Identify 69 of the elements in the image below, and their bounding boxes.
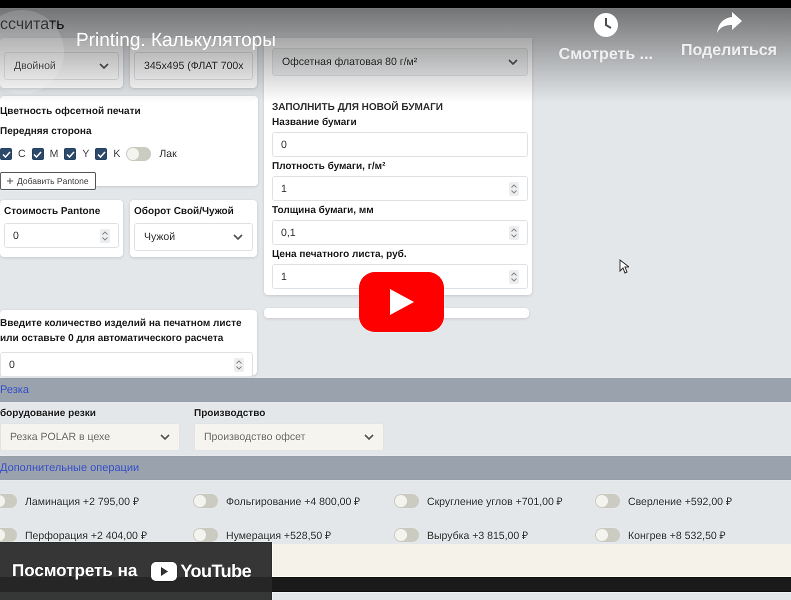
section-title: Цветность офсетной печати bbox=[0, 106, 142, 117]
field-label: Плотность бумаги, г/м² bbox=[272, 161, 386, 173]
toggle-switch[interactable] bbox=[126, 147, 152, 161]
toggle-label: Вырубка +3 815,00 ₽ bbox=[427, 529, 528, 542]
toggle-label: Конгрев +8 532,50 ₽ bbox=[628, 529, 726, 542]
toggle-label: Лак bbox=[159, 148, 177, 160]
select-field[interactable]: 345x495 (ФЛАТ 700х bbox=[134, 52, 253, 80]
share-icon bbox=[716, 12, 742, 34]
side-label: Передняя сторона bbox=[0, 126, 93, 137]
watch-on-youtube-button[interactable]: Посмотреть на YouTube bbox=[0, 542, 272, 600]
channel-label: Y bbox=[82, 148, 90, 160]
chevron-down-icon bbox=[508, 59, 518, 65]
field-label: Оборот Свой/Чужой bbox=[134, 206, 235, 217]
input-field[interactable]: 1 bbox=[272, 176, 528, 201]
select-field[interactable]: Производство офсет bbox=[194, 423, 384, 451]
spinner-icon[interactable] bbox=[234, 358, 244, 372]
section-heading: ЗАПОЛНИТЬ ДЛЯ НОВОЙ БУМАГИ bbox=[272, 102, 444, 113]
toggle-switch[interactable] bbox=[394, 494, 419, 508]
spinner-icon[interactable] bbox=[100, 228, 110, 242]
field-label: Цена печатного листа, руб. bbox=[272, 249, 408, 261]
toggle-switch[interactable] bbox=[394, 528, 419, 542]
channel-label: C bbox=[18, 148, 26, 160]
checkbox[interactable] bbox=[32, 148, 44, 160]
chevron-down-icon bbox=[99, 63, 109, 69]
toggle-switch[interactable] bbox=[595, 528, 620, 542]
spinner-icon[interactable] bbox=[509, 270, 519, 284]
toggle-label: Сверление +592,00 ₽ bbox=[628, 495, 732, 508]
toggle-switch[interactable] bbox=[193, 494, 218, 508]
add-pantone-button[interactable]: Добавить Pantone bbox=[0, 172, 96, 190]
clock-icon bbox=[592, 12, 619, 38]
plus-icon bbox=[7, 178, 13, 184]
section-band: Резка bbox=[0, 378, 791, 402]
cursor-icon bbox=[619, 259, 629, 274]
input-field[interactable]: 0 bbox=[4, 223, 119, 248]
toggle-label: Ламинация +2 795,00 ₽ bbox=[25, 495, 139, 508]
input-field[interactable]: 0,1 bbox=[272, 220, 528, 245]
field-label: Стоимость Pantone bbox=[4, 206, 102, 217]
chevron-down-icon bbox=[233, 234, 243, 240]
select-field[interactable]: Двойной bbox=[4, 52, 119, 80]
channel-label: M bbox=[50, 148, 58, 160]
toggle-label: Фольгирование +4 800,00 ₽ bbox=[226, 495, 360, 508]
select-field[interactable]: Офсетная флатовая 80 г/м² bbox=[272, 48, 528, 76]
toggle-switch[interactable] bbox=[595, 494, 620, 508]
checkbox[interactable] bbox=[0, 148, 12, 160]
play-button[interactable] bbox=[359, 272, 444, 332]
chevron-down-icon bbox=[160, 434, 170, 440]
select-field[interactable]: Чужой bbox=[134, 223, 253, 251]
play-icon bbox=[390, 289, 414, 315]
field-label: борудование резки bbox=[0, 408, 97, 419]
field-label: Название бумаги bbox=[272, 117, 358, 129]
channel-label: K bbox=[113, 148, 120, 160]
checkbox[interactable] bbox=[95, 148, 108, 160]
spinner-icon[interactable] bbox=[509, 226, 519, 240]
field-label: Производство bbox=[194, 408, 266, 419]
input-field[interactable]: 0 bbox=[0, 352, 253, 377]
field-label: Введите количество изделий на печатном листе или оставьте 0 для автоматического расчета bbox=[0, 317, 243, 346]
toggle-label: Перфорация +2 404,00 ₽ bbox=[25, 529, 147, 542]
checkbox[interactable] bbox=[64, 148, 76, 160]
spinner-icon[interactable] bbox=[509, 182, 519, 196]
channel-avatar[interactable] bbox=[0, 10, 64, 94]
toggle-switch[interactable] bbox=[193, 528, 218, 542]
toggle-label: Скругление углов +701,00 ₽ bbox=[427, 495, 563, 508]
input-field[interactable]: 0 bbox=[272, 132, 528, 157]
chevron-down-icon bbox=[364, 434, 374, 440]
field-label: Толщина бумаги, мм bbox=[272, 205, 375, 217]
toggle-label: Нумерация +528,50 ₽ bbox=[226, 529, 332, 542]
section-band: Дополнительные операции bbox=[0, 456, 791, 480]
play-logo-icon bbox=[151, 562, 178, 580]
select-field[interactable]: Резка POLAR в цехе bbox=[0, 423, 180, 451]
